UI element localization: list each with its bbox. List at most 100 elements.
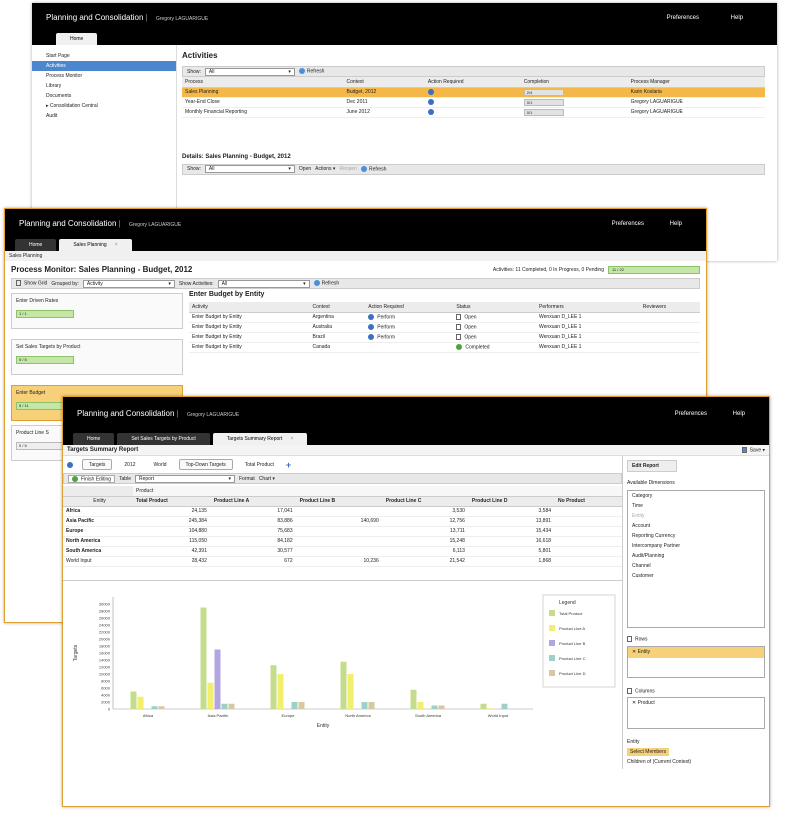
grid-cell[interactable]: 13,891 bbox=[468, 516, 556, 527]
entity-cell[interactable]: World Input bbox=[63, 556, 133, 567]
grid-cell[interactable] bbox=[555, 526, 622, 537]
show-activities-select[interactable]: All ▾ bbox=[217, 279, 310, 288]
list-item[interactable]: Category bbox=[628, 491, 764, 501]
preferences-link[interactable]: Preferences bbox=[667, 15, 699, 21]
column-header[interactable]: Status bbox=[453, 302, 537, 313]
table-row[interactable]: Europe 104,880 75,683 13,711 15,434 bbox=[63, 526, 622, 537]
grid-cell[interactable] bbox=[296, 546, 383, 557]
table-row[interactable]: North America 115,050 84,182 15,248 16,618 bbox=[63, 536, 622, 547]
table-select[interactable]: Report ▾ bbox=[134, 474, 235, 483]
grid-cell[interactable]: 672 bbox=[210, 556, 297, 567]
grid-cell[interactable]: 42,391 bbox=[133, 546, 211, 557]
table-row[interactable]: Sales Planning Budget, 2012 2/4 Karin Ko… bbox=[182, 87, 765, 98]
grid-cell[interactable]: 15,434 bbox=[468, 526, 556, 537]
column-header[interactable]: Total Product bbox=[133, 496, 211, 507]
edit-report-tab[interactable]: Edit Report bbox=[627, 460, 677, 473]
tab-targets-summary-report[interactable]: Targets Summary Report × bbox=[212, 433, 308, 445]
breadcrumb[interactable]: Sales Planning bbox=[5, 251, 706, 261]
grid-cell[interactable]: 13,711 bbox=[382, 526, 469, 537]
column-header[interactable]: Process Manager bbox=[627, 77, 765, 88]
grid-cell[interactable]: 104,880 bbox=[133, 526, 211, 537]
sidebar-item-activities[interactable]: Activities bbox=[32, 61, 176, 71]
grid-cell[interactable] bbox=[555, 546, 622, 557]
grid-cell[interactable]: 245,384 bbox=[133, 516, 211, 527]
close-icon[interactable]: × bbox=[115, 242, 118, 248]
sidebar-item-process-monitor[interactable]: Process Monitor bbox=[32, 71, 176, 81]
grid-cell[interactable]: 6,113 bbox=[382, 546, 469, 557]
table-row[interactable]: Enter Budget by Entity Brazil Perform Ope… bbox=[189, 332, 700, 343]
finish-editing-button[interactable]: Finish Editing bbox=[68, 474, 116, 483]
columns-item[interactable]: ✕ Product bbox=[628, 698, 764, 709]
tab-home[interactable]: Home bbox=[56, 33, 98, 45]
list-item[interactable]: Reporting Currency bbox=[628, 531, 764, 541]
sidebar-item-audit[interactable]: Audit bbox=[32, 111, 176, 121]
list-item[interactable]: Account bbox=[628, 521, 764, 531]
actions-button[interactable]: Actions ▾ bbox=[315, 166, 335, 172]
sidebar-item-library[interactable]: Library bbox=[32, 81, 176, 91]
context-chip[interactable]: Total Product bbox=[239, 459, 280, 470]
grid-cell[interactable]: 84,182 bbox=[210, 536, 297, 547]
column-header[interactable]: Action Required bbox=[365, 302, 454, 313]
grid-cell[interactable]: 15,248 bbox=[382, 536, 469, 547]
tab-sales-planning[interactable]: Sales Planning × bbox=[59, 239, 132, 251]
grid-cell[interactable] bbox=[555, 556, 622, 567]
grid-cell[interactable] bbox=[296, 506, 383, 517]
grid-cell[interactable]: 83,886 bbox=[210, 516, 297, 527]
grid-cell[interactable] bbox=[296, 536, 383, 547]
grid-cell[interactable]: 30,577 bbox=[210, 546, 297, 557]
grid-cell[interactable]: 3,584 bbox=[468, 506, 556, 517]
grid-cell[interactable]: 21,542 bbox=[382, 556, 469, 567]
context-chip[interactable]: World bbox=[148, 459, 173, 470]
format-button[interactable]: Format bbox=[239, 476, 255, 482]
column-header[interactable]: Context bbox=[309, 302, 366, 313]
grid-cell[interactable] bbox=[555, 506, 622, 517]
details-show-select[interactable]: All ▾ bbox=[204, 165, 295, 173]
table-row[interactable]: South America 42,391 30,577 6,113 5,801 bbox=[63, 546, 622, 557]
column-header[interactable]: Performers bbox=[536, 302, 640, 313]
list-item[interactable]: Audit/Planning bbox=[628, 551, 764, 561]
grid-cell[interactable]: 3,530 bbox=[382, 506, 469, 517]
show-select[interactable]: All ▾ bbox=[204, 67, 295, 76]
list-item[interactable]: Entity bbox=[628, 511, 764, 521]
column-header[interactable]: Reviewers bbox=[639, 302, 700, 313]
grid-cell[interactable]: 1,868 bbox=[468, 556, 556, 567]
context-chip[interactable]: Top-Down Targets bbox=[178, 459, 233, 471]
tab-home[interactable]: Home bbox=[15, 239, 57, 251]
rows-dropzone[interactable]: ✕ Entity bbox=[627, 645, 765, 678]
help-link[interactable]: Help bbox=[731, 15, 743, 21]
rows-item[interactable]: ✕ Entity bbox=[628, 646, 764, 658]
grid-cell[interactable] bbox=[555, 516, 622, 527]
grid-cell[interactable]: 75,683 bbox=[210, 526, 297, 537]
entity-dimension-header[interactable]: Entity bbox=[63, 496, 133, 507]
table-row[interactable]: Enter Budget by Entity Argentina Perform … bbox=[189, 312, 700, 323]
add-context-icon[interactable]: + bbox=[286, 460, 291, 470]
tab-set-sales-targets[interactable]: Set Sales Targets by Product bbox=[117, 433, 210, 445]
preferences-link[interactable]: Preferences bbox=[612, 221, 644, 227]
entity-cell[interactable]: Asia Pacific bbox=[63, 516, 133, 527]
context-chip[interactable]: 2012 bbox=[118, 459, 141, 470]
activity-card[interactable]: Set Sales Targets by Product 5 / 5 bbox=[11, 339, 183, 375]
refresh-button[interactable]: Refresh bbox=[313, 280, 339, 287]
grid-cell[interactable] bbox=[555, 536, 622, 547]
column-header[interactable]: Product Line B bbox=[296, 496, 383, 507]
list-item[interactable]: Customer bbox=[628, 571, 764, 581]
entity-cell[interactable]: Africa bbox=[63, 506, 133, 517]
column-header[interactable]: Completion bbox=[520, 77, 628, 88]
table-row[interactable]: Monthly Financial Reporting June 2012 0/… bbox=[182, 107, 765, 118]
grid-cell[interactable]: 28,432 bbox=[133, 556, 211, 567]
grid-cell[interactable]: 12,756 bbox=[382, 516, 469, 527]
grid-cell[interactable]: 5,801 bbox=[468, 546, 556, 557]
grid-cell[interactable]: 16,618 bbox=[468, 536, 556, 547]
sidebar-item-documents[interactable]: Documents bbox=[32, 91, 176, 101]
preferences-link[interactable]: Preferences bbox=[675, 411, 707, 417]
refresh-button[interactable]: Refresh bbox=[298, 68, 324, 75]
column-header[interactable]: Product Line C bbox=[382, 496, 469, 507]
column-header[interactable]: Context bbox=[343, 77, 425, 88]
grid-cell[interactable]: 140,690 bbox=[296, 516, 383, 527]
table-row[interactable]: Enter Budget by Entity Australia Perform … bbox=[189, 322, 700, 333]
column-header[interactable]: Product Line A bbox=[210, 496, 297, 507]
entity-cell[interactable]: South America bbox=[63, 546, 133, 557]
activity-card[interactable]: Enter Driven Rates 1 / 1 bbox=[11, 293, 183, 329]
grid-cell[interactable] bbox=[296, 526, 383, 537]
entity-cell[interactable]: Europe bbox=[63, 526, 133, 537]
